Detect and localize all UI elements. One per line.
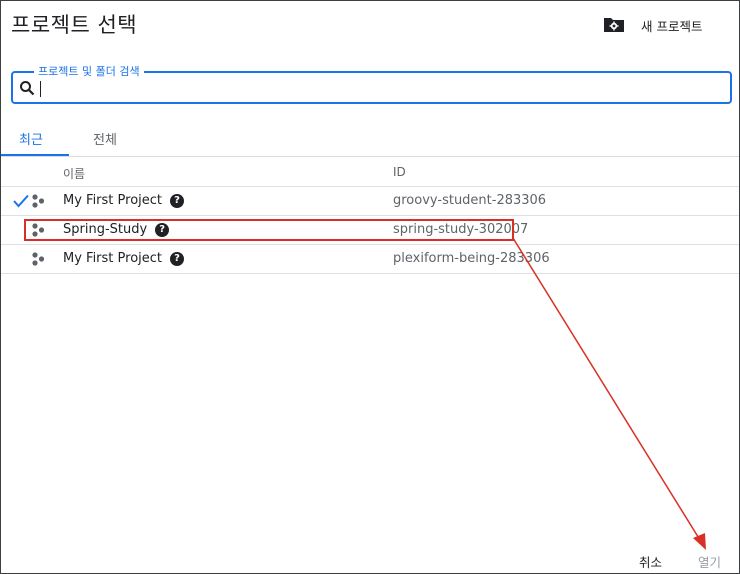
open-button[interactable]: 열기 [698, 552, 721, 571]
table-row[interactable]: My First Project? groovy-student-283306 [1, 186, 739, 215]
project-icon [32, 252, 45, 266]
tab-all[interactable]: 전체 [93, 129, 117, 148]
search-label: 프로젝트 및 폴더 검색 [34, 63, 144, 79]
project-name: My First Project? [63, 193, 185, 208]
check-icon [13, 194, 29, 208]
project-name: My First Project? [63, 251, 185, 266]
help-icon[interactable]: ? [170, 194, 185, 208]
cancel-button[interactable]: 취소 [639, 552, 662, 571]
text-cursor [40, 81, 41, 97]
new-folder-icon[interactable] [603, 15, 625, 33]
tab-recent[interactable]: 최근 [19, 129, 43, 148]
column-header-name: 이름 [63, 167, 86, 181]
project-id: plexiform-being-283306 [393, 251, 550, 266]
column-header-id: ID [393, 165, 406, 179]
dialog-title: 프로젝트 선택 [11, 13, 138, 37]
project-icon [32, 194, 45, 208]
tabs-divider [1, 156, 739, 157]
help-icon[interactable]: ? [170, 252, 185, 266]
table-row[interactable]: My First Project? plexiform-being-283306 [1, 244, 739, 274]
project-id: groovy-student-283306 [393, 193, 547, 208]
search-icon [20, 81, 35, 96]
annotation-highlight-box [24, 219, 514, 241]
new-project-button[interactable]: 새 프로젝트 [641, 16, 702, 35]
